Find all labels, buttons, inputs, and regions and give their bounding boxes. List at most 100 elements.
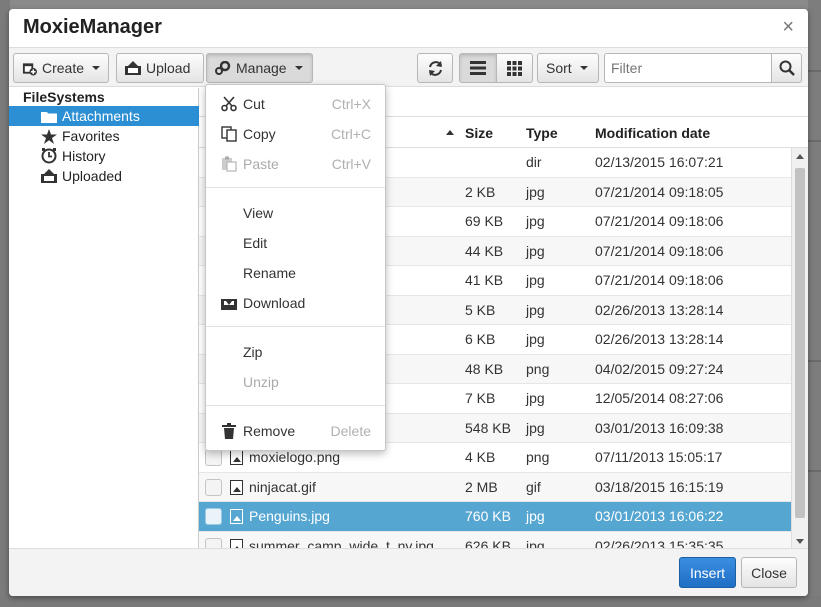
manage-menu: Cut Ctrl+X Copy Ctrl+C Paste Ctrl+V View…	[205, 84, 386, 451]
sidebar-item-attachments[interactable]: Attachments	[9, 106, 199, 126]
upload-button[interactable]: Upload	[116, 53, 204, 83]
insert-button[interactable]: Insert	[679, 557, 736, 588]
menu-item-label: View	[243, 205, 274, 221]
menu-item-unzip[interactable]: Unzip	[206, 368, 385, 396]
menu-item-label: Unzip	[243, 374, 279, 390]
filter-input[interactable]	[604, 53, 771, 83]
file-modified-date: 07/21/2014 09:18:06	[595, 213, 724, 229]
file-modified-date: 02/13/2015 16:07:21	[595, 154, 724, 170]
background-bottom-strip	[0, 596, 821, 607]
menu-divider	[206, 405, 385, 406]
file-modified-date: 02/26/2013 13:28:14	[595, 301, 724, 318]
file-type: jpg	[526, 419, 545, 436]
chevron-down-icon	[92, 66, 100, 70]
file-size: 2 MB	[465, 478, 498, 495]
row-checkbox[interactable]	[205, 537, 222, 548]
column-modification-date[interactable]: Modification date	[595, 125, 710, 141]
image-file-icon	[230, 450, 243, 465]
sidebar-item-favorites[interactable]: Favorites	[9, 126, 199, 146]
menu-item-label: Copy	[243, 126, 276, 142]
column-size[interactable]: Size	[465, 125, 493, 141]
file-type: dir	[526, 154, 542, 170]
menu-item-remove[interactable]: Remove Delete	[206, 417, 385, 445]
scroll-down-icon[interactable]	[796, 539, 804, 544]
menu-shortcut: Ctrl+V	[331, 156, 371, 172]
trash-icon	[222, 423, 236, 439]
clock-icon	[41, 148, 57, 164]
file-modified-date: 03/01/2013 16:06:22	[595, 508, 724, 524]
menu-item-label: Cut	[243, 96, 265, 112]
row-checkbox[interactable]	[205, 478, 222, 496]
search-icon	[779, 60, 795, 76]
menu-shortcut: Ctrl+X	[331, 96, 371, 112]
file-size: 69 KB	[465, 213, 504, 229]
star-icon	[41, 128, 57, 144]
scrollbar-thumb[interactable]	[795, 168, 805, 518]
sidebar-item-label: History	[62, 148, 106, 164]
row-checkbox[interactable]	[205, 449, 222, 466]
new-document-icon	[22, 62, 37, 76]
menu-item-cut[interactable]: Cut Ctrl+X	[206, 90, 385, 118]
menu-item-edit[interactable]: Edit	[206, 229, 385, 257]
refresh-icon	[428, 60, 442, 76]
manage-label: Manage	[236, 60, 287, 76]
menu-item-copy[interactable]: Copy Ctrl+C	[206, 120, 385, 148]
row-checkbox[interactable]	[205, 508, 222, 525]
file-type: jpg	[526, 390, 545, 406]
list-view-button[interactable]	[459, 53, 497, 83]
table-row[interactable]: summer_camp_wide_t_nv.jpg 626 KB jpg 02/26/…	[199, 531, 791, 549]
refresh-button[interactable]	[417, 53, 453, 83]
menu-item-download[interactable]: Download	[206, 289, 385, 317]
copy-icon	[221, 126, 237, 142]
file-modified-date: 03/01/2013 16:09:38	[595, 419, 724, 436]
sort-ascending-icon[interactable]	[446, 130, 454, 135]
sidebar-item-uploaded[interactable]: Uploaded	[9, 166, 199, 186]
menu-shortcut: Delete	[330, 423, 371, 439]
vertical-scrollbar[interactable]	[791, 148, 808, 548]
menu-item-zip[interactable]: Zip	[206, 338, 385, 366]
file-type: gif	[526, 478, 541, 495]
file-type: jpg	[526, 537, 545, 549]
folder-icon	[41, 111, 57, 123]
scroll-up-icon[interactable]	[796, 154, 804, 159]
file-type: jpg	[526, 508, 545, 524]
file-name[interactable]: summer_camp_wide_t_nv.jpg	[249, 538, 434, 549]
file-size: 4 KB	[465, 449, 496, 465]
file-name[interactable]: ninjacat.gif	[249, 479, 316, 495]
chevron-down-icon	[294, 66, 303, 70]
file-size: 2 KB	[465, 183, 496, 200]
menu-item-rename[interactable]: Rename	[206, 259, 385, 287]
sort-button[interactable]: Sort	[537, 53, 599, 83]
column-type[interactable]: Type	[526, 125, 558, 141]
moxiemanager-dialog: MoxieManager × Create Upload Manage Sort	[9, 9, 808, 596]
file-name[interactable]: moxielogo.png	[249, 449, 340, 465]
table-row[interactable]: Penguins.jpg 760 KB jpg 03/01/2013 16:06:22	[199, 502, 791, 532]
menu-item-view[interactable]: View	[206, 199, 385, 227]
manage-button[interactable]: Manage	[206, 53, 313, 83]
menu-item-label: Rename	[243, 265, 296, 281]
file-type: png	[526, 360, 550, 377]
search-button[interactable]	[771, 53, 802, 83]
file-type: jpg	[526, 213, 545, 229]
chevron-down-icon	[579, 66, 588, 70]
download-icon	[221, 299, 237, 310]
grid-view-button[interactable]	[496, 53, 533, 83]
file-size: 5 KB	[465, 301, 496, 318]
file-modified-date: 03/18/2015 16:15:19	[595, 478, 724, 495]
scissors-icon	[221, 96, 237, 112]
file-modified-date: 07/21/2014 09:18:06	[595, 272, 724, 288]
sidebar-item-history[interactable]: History	[9, 146, 199, 166]
file-size: 41 KB	[465, 272, 504, 288]
file-size: 760 KB	[465, 508, 511, 524]
create-button[interactable]: Create	[13, 53, 109, 83]
grid-view-icon	[507, 60, 522, 76]
create-label: Create	[41, 60, 84, 76]
file-size: 6 KB	[465, 331, 496, 347]
sidebar-item-label: Favorites	[62, 128, 120, 144]
menu-item-paste[interactable]: Paste Ctrl+V	[206, 150, 385, 178]
table-row[interactable]: ninjacat.gif 2 MB gif 03/18/2015 16:15:19	[199, 472, 791, 502]
file-name[interactable]: Penguins.jpg	[249, 508, 330, 524]
close-icon[interactable]: ×	[782, 17, 794, 37]
dialog-title: MoxieManager	[23, 16, 162, 38]
close-button[interactable]: Close	[741, 557, 797, 588]
